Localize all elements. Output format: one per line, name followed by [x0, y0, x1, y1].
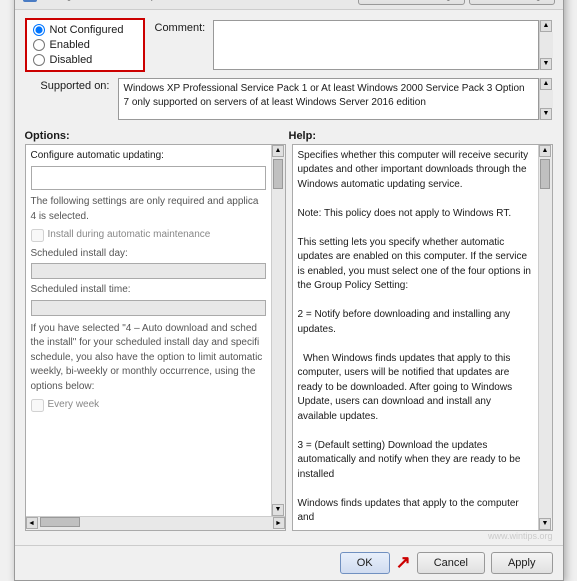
- supported-scroll-up[interactable]: ▲: [540, 78, 552, 90]
- radio-disabled-label: Disabled: [50, 54, 93, 66]
- supported-scroll-track: [540, 90, 553, 108]
- help-scroll-track: [539, 157, 552, 518]
- content-area: Not Configured Enabled Disabled Comment:: [15, 10, 563, 128]
- prev-setting-button[interactable]: Previous Setting: [358, 0, 464, 5]
- apply-button[interactable]: Apply: [491, 552, 553, 574]
- options-hscroll-thumb: [40, 517, 80, 527]
- watermark: www.wintips.org: [15, 531, 563, 541]
- comment-row: Comment: ▲ ▼: [155, 20, 553, 70]
- supported-box: Windows XP Professional Service Pack 1 o…: [118, 78, 539, 120]
- options-label: Options:: [25, 130, 70, 142]
- options-panel-text: Configure automatic updating: The follow…: [26, 145, 271, 516]
- options-scroll-up[interactable]: ▲: [272, 145, 284, 157]
- options-scroll-track: [272, 157, 285, 504]
- red-arrow-icon: ↗: [396, 552, 411, 573]
- install-label: Install during automatic maintenance: [48, 228, 211, 243]
- panels-row: Configure automatic updating: The follow…: [25, 144, 553, 531]
- radio-disabled-input[interactable]: [33, 54, 45, 66]
- configure-label: Configure automatic updating:: [31, 149, 266, 164]
- options-scrollbar: ▲ ▼: [271, 145, 285, 516]
- toolbar-buttons: Previous Setting Next Setting: [358, 0, 554, 5]
- radio-enabled-input[interactable]: [33, 39, 45, 51]
- following-text: The following settings are only required…: [31, 195, 266, 224]
- scroll-track: [540, 32, 553, 58]
- help-panel-wrapper: Specifies whether this computer will rec…: [292, 144, 553, 531]
- ok-button[interactable]: OK: [340, 552, 390, 574]
- schedule-day-input[interactable]: [31, 263, 266, 279]
- options-label-container: Options:: [25, 130, 289, 142]
- radio-enabled-label: Enabled: [50, 39, 90, 51]
- bottom-bar: OK ↗ Cancel Apply: [15, 545, 563, 580]
- supported-label: Supported on:: [25, 78, 110, 92]
- help-panel-inner: Specifies whether this computer will rec…: [293, 145, 552, 530]
- install-checkbox[interactable]: [31, 229, 44, 242]
- help-panel: Specifies whether this computer will rec…: [292, 144, 553, 531]
- options-hscroll-track: [38, 517, 273, 530]
- cancel-button[interactable]: Cancel: [417, 552, 485, 574]
- every-week-label: Every week: [48, 398, 100, 413]
- toolbar-icon: ⚙: [23, 0, 37, 2]
- options-hscrollbar: ◄ ►: [26, 516, 285, 530]
- help-panel-text: Specifies whether this computer will rec…: [293, 145, 538, 530]
- radio-not-configured-input[interactable]: [33, 24, 45, 36]
- scroll-down-arrow[interactable]: ▼: [540, 58, 552, 70]
- radio-section: Not Configured Enabled Disabled: [25, 18, 145, 72]
- schedule-time-input[interactable]: [31, 300, 266, 316]
- schedule-day-label: Scheduled install day:: [31, 247, 266, 262]
- options-hscroll-right[interactable]: ►: [273, 517, 285, 529]
- radio-not-configured[interactable]: Not Configured: [33, 24, 137, 36]
- help-label: Help:: [289, 130, 317, 142]
- help-scrollbar: ▲ ▼: [538, 145, 552, 530]
- radio-disabled[interactable]: Disabled: [33, 54, 137, 66]
- toolbar: ⚙ Configure Automatic Updates Previous S…: [15, 0, 563, 10]
- next-setting-button[interactable]: Next Setting: [469, 0, 555, 5]
- comment-textarea[interactable]: [213, 20, 538, 70]
- radio-not-configured-label: Not Configured: [50, 24, 124, 36]
- schedule-time-label: Scheduled install time:: [31, 283, 266, 298]
- scroll-up-arrow[interactable]: ▲: [540, 20, 552, 32]
- options-panel: Configure automatic updating: The follow…: [25, 144, 286, 531]
- every-week-row: Every week: [31, 398, 266, 413]
- help-scroll-thumb: [540, 159, 550, 189]
- options-scroll-down[interactable]: ▼: [272, 504, 284, 516]
- install-checkbox-row: Install during automatic maintenance: [31, 228, 266, 243]
- supported-row: Supported on: Windows XP Professional Se…: [25, 78, 553, 120]
- toolbar-title: Configure Automatic Updates: [41, 0, 355, 1]
- dialog: ⚙ Configure Automatic Updates ⚙ Configur…: [14, 0, 564, 581]
- help-scroll-down[interactable]: ▼: [539, 518, 551, 530]
- options-scroll-thumb: [273, 159, 283, 189]
- every-week-checkbox[interactable]: [31, 399, 44, 412]
- supported-scroll-down[interactable]: ▼: [540, 108, 552, 120]
- comment-area: ▲ ▼: [213, 20, 552, 70]
- panels-labels-row: Options: Help:: [25, 130, 553, 142]
- options-hscroll-left[interactable]: ◄: [26, 517, 38, 529]
- options-panel-wrapper: Configure automatic updating: The follow…: [25, 144, 286, 531]
- comment-scrollbar: ▲ ▼: [539, 20, 553, 70]
- auto-download-text: If you have selected "4 – Auto download …: [31, 322, 266, 395]
- help-label-container: Help:: [289, 130, 553, 142]
- help-scroll-up[interactable]: ▲: [539, 145, 551, 157]
- options-panel-inner: Configure automatic updating: The follow…: [26, 145, 285, 516]
- configure-dropdown[interactable]: [31, 166, 266, 190]
- comment-label: Comment:: [155, 20, 206, 34]
- supported-box-wrapper: Windows XP Professional Service Pack 1 o…: [118, 78, 553, 120]
- top-row: Not Configured Enabled Disabled Comment:: [25, 18, 553, 72]
- supported-scrollbar: ▲ ▼: [539, 78, 553, 120]
- help-text: Specifies whether this computer will rec…: [298, 149, 533, 526]
- radio-enabled[interactable]: Enabled: [33, 39, 137, 51]
